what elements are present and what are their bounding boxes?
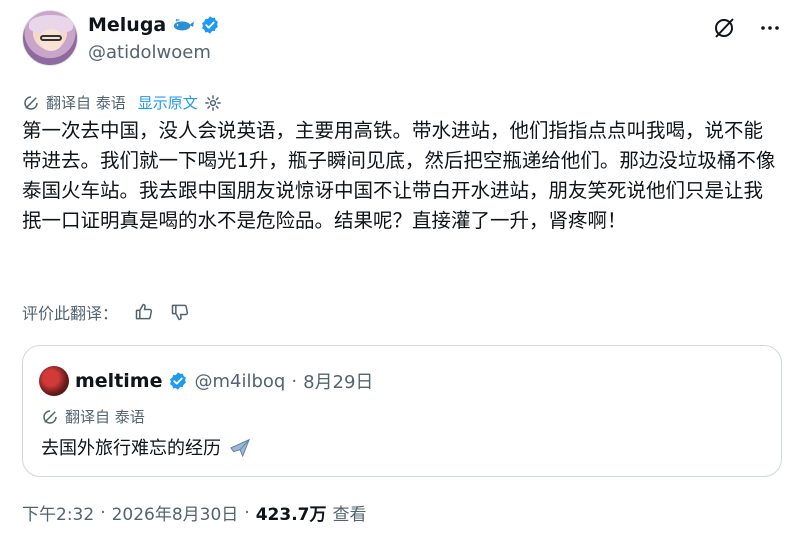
views-label: 查看 [332,505,367,525]
thumbs-down-icon[interactable] [170,302,190,322]
post-time[interactable]: 下午2:32 [22,500,94,525]
verified-badge-icon [170,372,187,390]
tweet-footer: 下午2:32 · 2026年8月30日 · 423.7万 查看 [22,500,367,526]
airplane-icon [230,438,250,458]
author-names: Meluga @atidolwoem [88,12,220,63]
gear-icon[interactable] [204,94,222,112]
whale-icon [174,18,195,31]
author-handle[interactable]: @atidolwoem [88,42,220,63]
tweet-header: Meluga @atidolwoem [22,10,782,70]
quoted-tweet-date[interactable]: 8月29日 [303,368,373,394]
quoted-author-handle[interactable]: @m4ilboq [194,371,285,392]
translate-icon [43,409,57,424]
rate-translation-label: 评价此翻译： [22,304,119,323]
quoted-author-avatar[interactable] [39,366,69,396]
grok-icon[interactable] [712,16,736,40]
rate-translation: 评价此翻译： [22,300,190,324]
translation-label: 翻译自 泰语 [46,94,126,112]
translation-bar: 翻译自 泰语 显示原文 [22,92,222,113]
author-avatar[interactable] [22,10,78,66]
post-date[interactable]: 2026年8月30日 [112,500,239,525]
more-icon[interactable] [758,16,782,40]
view-count: 423.7万 [255,505,327,525]
quoted-translation-label: 翻译自 泰语 [65,408,145,426]
tweet-body: 第一次去中国，没人会说英语，主要用高铁。带水进站，他们指指点点叫我喝，说不能带进… [22,119,776,232]
show-original-link[interactable]: 显示原文 [138,92,198,113]
quoted-tweet-body: 去国外旅行难忘的经历 [41,438,221,459]
meta-separator: · [244,502,250,523]
meta-separator: · [100,502,106,523]
thumbs-up-icon[interactable] [134,302,154,322]
author-display-name[interactable]: Meluga [88,14,166,36]
quoted-tweet[interactable]: meltime @m4ilboq · 8月29日 翻译自 泰语 去国外旅行难忘的… [22,345,782,477]
meta-separator: · [291,370,298,392]
verified-badge-icon [202,16,219,34]
translate-icon [24,95,38,110]
quoted-author-display-name[interactable]: meltime [75,370,162,392]
